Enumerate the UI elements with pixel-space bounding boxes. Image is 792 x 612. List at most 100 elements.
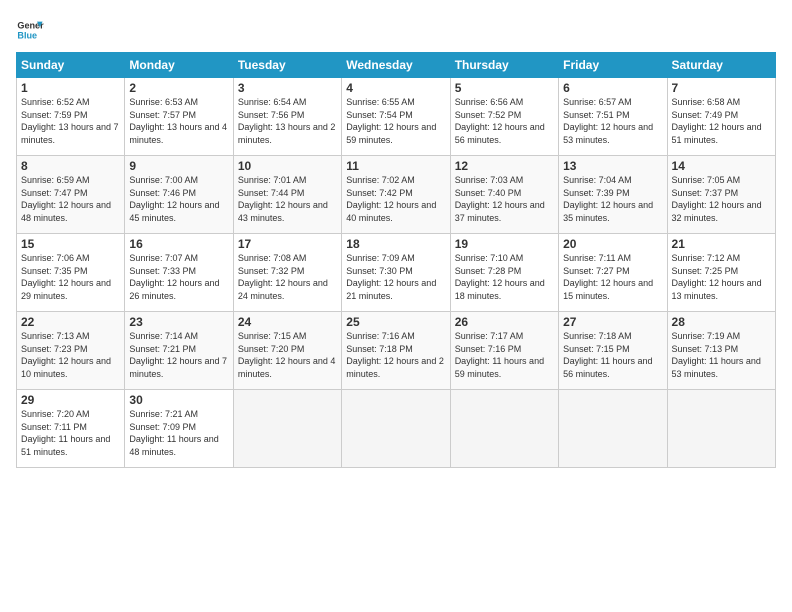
empty-cell	[233, 390, 341, 468]
calendar-body: 1 Sunrise: 6:52 AM Sunset: 7:59 PM Dayli…	[17, 78, 776, 468]
day-number: 3	[238, 81, 337, 95]
day-info: Sunrise: 7:20 AM Sunset: 7:11 PM Dayligh…	[21, 408, 120, 458]
day-cell-1: 1 Sunrise: 6:52 AM Sunset: 7:59 PM Dayli…	[17, 78, 125, 156]
day-info: Sunrise: 7:00 AM Sunset: 7:46 PM Dayligh…	[129, 174, 228, 224]
header: General Blue	[16, 16, 776, 44]
day-info: Sunrise: 7:02 AM Sunset: 7:42 PM Dayligh…	[346, 174, 445, 224]
day-number: 9	[129, 159, 228, 173]
day-cell-19: 19 Sunrise: 7:10 AM Sunset: 7:28 PM Dayl…	[450, 234, 558, 312]
day-cell-28: 28 Sunrise: 7:19 AM Sunset: 7:13 PM Dayl…	[667, 312, 775, 390]
day-info: Sunrise: 7:04 AM Sunset: 7:39 PM Dayligh…	[563, 174, 662, 224]
day-info: Sunrise: 6:57 AM Sunset: 7:51 PM Dayligh…	[563, 96, 662, 146]
week-row-5: 29 Sunrise: 7:20 AM Sunset: 7:11 PM Dayl…	[17, 390, 776, 468]
day-cell-18: 18 Sunrise: 7:09 AM Sunset: 7:30 PM Dayl…	[342, 234, 450, 312]
day-info: Sunrise: 7:05 AM Sunset: 7:37 PM Dayligh…	[672, 174, 771, 224]
day-info: Sunrise: 6:55 AM Sunset: 7:54 PM Dayligh…	[346, 96, 445, 146]
week-row-3: 15 Sunrise: 7:06 AM Sunset: 7:35 PM Dayl…	[17, 234, 776, 312]
day-number: 22	[21, 315, 120, 329]
svg-text:Blue: Blue	[17, 30, 37, 40]
day-info: Sunrise: 6:52 AM Sunset: 7:59 PM Dayligh…	[21, 96, 120, 146]
day-number: 28	[672, 315, 771, 329]
day-info: Sunrise: 7:15 AM Sunset: 7:20 PM Dayligh…	[238, 330, 337, 380]
day-cell-20: 20 Sunrise: 7:11 AM Sunset: 7:27 PM Dayl…	[559, 234, 667, 312]
day-cell-8: 8 Sunrise: 6:59 AM Sunset: 7:47 PM Dayli…	[17, 156, 125, 234]
day-number: 11	[346, 159, 445, 173]
day-number: 2	[129, 81, 228, 95]
day-info: Sunrise: 6:54 AM Sunset: 7:56 PM Dayligh…	[238, 96, 337, 146]
column-header-saturday: Saturday	[667, 53, 775, 78]
calendar-header-row: SundayMondayTuesdayWednesdayThursdayFrid…	[17, 53, 776, 78]
day-info: Sunrise: 7:08 AM Sunset: 7:32 PM Dayligh…	[238, 252, 337, 302]
day-number: 27	[563, 315, 662, 329]
day-cell-3: 3 Sunrise: 6:54 AM Sunset: 7:56 PM Dayli…	[233, 78, 341, 156]
logo-icon: General Blue	[16, 16, 44, 44]
logo: General Blue	[16, 16, 44, 44]
day-info: Sunrise: 7:06 AM Sunset: 7:35 PM Dayligh…	[21, 252, 120, 302]
day-cell-30: 30 Sunrise: 7:21 AM Sunset: 7:09 PM Dayl…	[125, 390, 233, 468]
day-number: 26	[455, 315, 554, 329]
week-row-2: 8 Sunrise: 6:59 AM Sunset: 7:47 PM Dayli…	[17, 156, 776, 234]
day-cell-17: 17 Sunrise: 7:08 AM Sunset: 7:32 PM Dayl…	[233, 234, 341, 312]
day-number: 17	[238, 237, 337, 251]
calendar-table: SundayMondayTuesdayWednesdayThursdayFrid…	[16, 52, 776, 468]
day-cell-29: 29 Sunrise: 7:20 AM Sunset: 7:11 PM Dayl…	[17, 390, 125, 468]
day-info: Sunrise: 7:19 AM Sunset: 7:13 PM Dayligh…	[672, 330, 771, 380]
day-info: Sunrise: 7:12 AM Sunset: 7:25 PM Dayligh…	[672, 252, 771, 302]
day-number: 20	[563, 237, 662, 251]
day-number: 12	[455, 159, 554, 173]
day-cell-25: 25 Sunrise: 7:16 AM Sunset: 7:18 PM Dayl…	[342, 312, 450, 390]
day-info: Sunrise: 7:17 AM Sunset: 7:16 PM Dayligh…	[455, 330, 554, 380]
week-row-1: 1 Sunrise: 6:52 AM Sunset: 7:59 PM Dayli…	[17, 78, 776, 156]
day-number: 29	[21, 393, 120, 407]
day-cell-23: 23 Sunrise: 7:14 AM Sunset: 7:21 PM Dayl…	[125, 312, 233, 390]
day-info: Sunrise: 6:58 AM Sunset: 7:49 PM Dayligh…	[672, 96, 771, 146]
column-header-monday: Monday	[125, 53, 233, 78]
day-cell-14: 14 Sunrise: 7:05 AM Sunset: 7:37 PM Dayl…	[667, 156, 775, 234]
day-cell-27: 27 Sunrise: 7:18 AM Sunset: 7:15 PM Dayl…	[559, 312, 667, 390]
day-cell-7: 7 Sunrise: 6:58 AM Sunset: 7:49 PM Dayli…	[667, 78, 775, 156]
day-info: Sunrise: 7:10 AM Sunset: 7:28 PM Dayligh…	[455, 252, 554, 302]
column-header-sunday: Sunday	[17, 53, 125, 78]
day-cell-26: 26 Sunrise: 7:17 AM Sunset: 7:16 PM Dayl…	[450, 312, 558, 390]
day-number: 7	[672, 81, 771, 95]
day-number: 1	[21, 81, 120, 95]
day-number: 10	[238, 159, 337, 173]
day-info: Sunrise: 7:16 AM Sunset: 7:18 PM Dayligh…	[346, 330, 445, 380]
day-info: Sunrise: 6:59 AM Sunset: 7:47 PM Dayligh…	[21, 174, 120, 224]
calendar-container: General Blue SundayMondayTuesdayWednesda…	[0, 0, 792, 476]
day-cell-15: 15 Sunrise: 7:06 AM Sunset: 7:35 PM Dayl…	[17, 234, 125, 312]
day-number: 5	[455, 81, 554, 95]
day-info: Sunrise: 7:11 AM Sunset: 7:27 PM Dayligh…	[563, 252, 662, 302]
day-number: 6	[563, 81, 662, 95]
week-row-4: 22 Sunrise: 7:13 AM Sunset: 7:23 PM Dayl…	[17, 312, 776, 390]
day-info: Sunrise: 7:09 AM Sunset: 7:30 PM Dayligh…	[346, 252, 445, 302]
day-cell-6: 6 Sunrise: 6:57 AM Sunset: 7:51 PM Dayli…	[559, 78, 667, 156]
day-info: Sunrise: 6:53 AM Sunset: 7:57 PM Dayligh…	[129, 96, 228, 146]
empty-cell	[559, 390, 667, 468]
day-number: 16	[129, 237, 228, 251]
empty-cell	[667, 390, 775, 468]
column-header-tuesday: Tuesday	[233, 53, 341, 78]
day-cell-13: 13 Sunrise: 7:04 AM Sunset: 7:39 PM Dayl…	[559, 156, 667, 234]
day-info: Sunrise: 7:18 AM Sunset: 7:15 PM Dayligh…	[563, 330, 662, 380]
day-cell-9: 9 Sunrise: 7:00 AM Sunset: 7:46 PM Dayli…	[125, 156, 233, 234]
day-info: Sunrise: 7:14 AM Sunset: 7:21 PM Dayligh…	[129, 330, 228, 380]
column-header-friday: Friday	[559, 53, 667, 78]
day-number: 4	[346, 81, 445, 95]
day-cell-22: 22 Sunrise: 7:13 AM Sunset: 7:23 PM Dayl…	[17, 312, 125, 390]
day-cell-24: 24 Sunrise: 7:15 AM Sunset: 7:20 PM Dayl…	[233, 312, 341, 390]
day-number: 30	[129, 393, 228, 407]
empty-cell	[450, 390, 558, 468]
day-number: 13	[563, 159, 662, 173]
day-number: 23	[129, 315, 228, 329]
day-cell-12: 12 Sunrise: 7:03 AM Sunset: 7:40 PM Dayl…	[450, 156, 558, 234]
empty-cell	[342, 390, 450, 468]
day-number: 24	[238, 315, 337, 329]
day-info: Sunrise: 7:13 AM Sunset: 7:23 PM Dayligh…	[21, 330, 120, 380]
day-info: Sunrise: 7:21 AM Sunset: 7:09 PM Dayligh…	[129, 408, 228, 458]
day-number: 15	[21, 237, 120, 251]
day-cell-2: 2 Sunrise: 6:53 AM Sunset: 7:57 PM Dayli…	[125, 78, 233, 156]
day-info: Sunrise: 7:03 AM Sunset: 7:40 PM Dayligh…	[455, 174, 554, 224]
day-cell-21: 21 Sunrise: 7:12 AM Sunset: 7:25 PM Dayl…	[667, 234, 775, 312]
day-cell-5: 5 Sunrise: 6:56 AM Sunset: 7:52 PM Dayli…	[450, 78, 558, 156]
